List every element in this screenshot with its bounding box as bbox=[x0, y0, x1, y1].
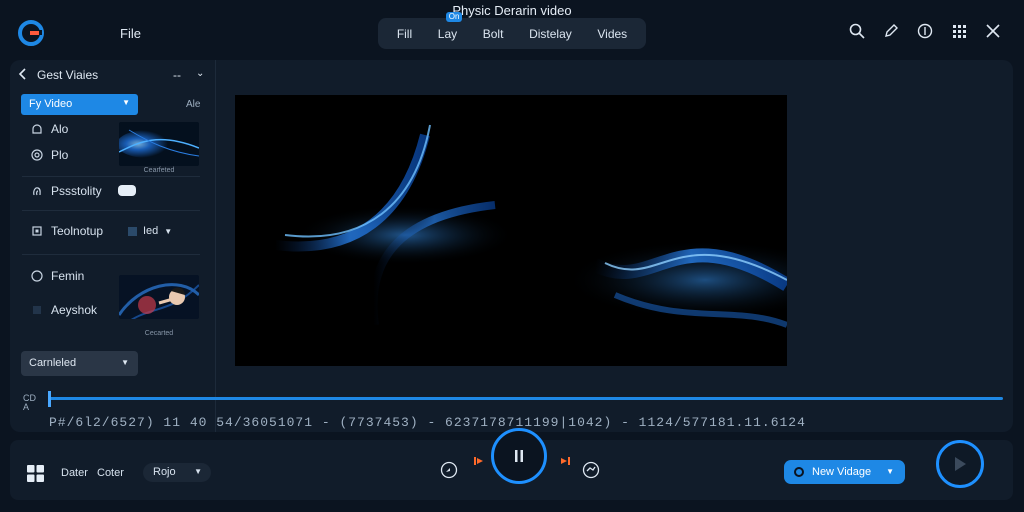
thumbnail-2[interactable] bbox=[119, 275, 199, 319]
main-panel: Gest Viaies -- ⌄ Fy Video ▼ Ale Alo Plo bbox=[10, 60, 1013, 432]
timeline-track[interactable] bbox=[49, 397, 1003, 400]
sidebar-item-teolnotup[interactable]: Teolnotup bbox=[30, 224, 103, 238]
skip-forward-icon[interactable] bbox=[556, 452, 574, 470]
app-logo-icon bbox=[18, 20, 44, 46]
tab-bolt[interactable]: Bolt bbox=[479, 27, 508, 41]
window-title: Physic Derarin video bbox=[452, 3, 572, 18]
video-preview[interactable] bbox=[235, 95, 787, 366]
color-select[interactable]: Rojo ▼ bbox=[143, 463, 211, 482]
bottom-bar: Dater Coter Rojo ▼ New Vidage ▼ bbox=[10, 428, 1013, 500]
technique-select[interactable]: Ied ▼ bbox=[128, 225, 172, 237]
grid-icon[interactable] bbox=[950, 22, 968, 40]
sidebar: Gest Viaies -- ⌄ Fy Video ▼ Ale Alo Plo bbox=[10, 60, 216, 432]
chip-icon bbox=[30, 225, 43, 238]
tab-lay[interactable]: On Lay bbox=[434, 11, 463, 41]
sidebar-header: Gest Viaies -- ⌄ bbox=[18, 68, 208, 84]
record-icon bbox=[794, 467, 804, 477]
sidebar-item-pssstolity[interactable]: Pssstolity bbox=[30, 184, 102, 198]
square-icon bbox=[30, 304, 43, 317]
divider bbox=[22, 210, 200, 211]
chevron-down-icon: ▼ bbox=[886, 467, 894, 476]
close-icon[interactable] bbox=[984, 22, 1002, 40]
tab-vides[interactable]: Vides bbox=[593, 27, 631, 41]
timecode-readout: P#/6l2/6527) 11 40 54/36051071 - (773745… bbox=[49, 415, 806, 430]
color-label[interactable]: Coter bbox=[97, 467, 124, 479]
skip-back-icon[interactable] bbox=[470, 452, 488, 470]
info-icon[interactable] bbox=[916, 22, 934, 40]
divider bbox=[22, 254, 200, 255]
chevron-left-icon[interactable] bbox=[18, 68, 28, 83]
loop-icon[interactable] bbox=[582, 461, 600, 479]
chevron-down-icon: ▼ bbox=[194, 467, 202, 476]
tab-group: Fill On Lay Bolt Distelay Vides bbox=[378, 11, 646, 49]
pause-button[interactable] bbox=[491, 428, 547, 484]
date-label[interactable]: Dater bbox=[61, 467, 88, 479]
tab-badge: On bbox=[445, 11, 463, 22]
sidebar-dash[interactable]: -- bbox=[173, 68, 181, 82]
circle-icon bbox=[30, 270, 43, 283]
timeline-playhead[interactable] bbox=[48, 391, 51, 407]
chevron-down-icon: ▼ bbox=[122, 98, 130, 107]
new-video-button[interactable]: New Vidage ▼ bbox=[784, 460, 905, 484]
top-icons bbox=[848, 22, 1002, 40]
sidebar-item-alo[interactable]: Alo bbox=[30, 122, 68, 136]
tab-distelay[interactable]: Distelay bbox=[525, 27, 576, 41]
chevron-down-icon: ▼ bbox=[121, 358, 129, 367]
rewind-icon[interactable] bbox=[440, 461, 458, 479]
bell-icon bbox=[30, 123, 43, 136]
menu-file[interactable]: File bbox=[120, 26, 141, 41]
status-select[interactable]: Carnleled ▼ bbox=[21, 351, 138, 376]
pause-icon bbox=[515, 450, 523, 462]
sidebar-title: Gest Viaies bbox=[37, 68, 99, 82]
fingerprint-icon bbox=[30, 185, 43, 198]
timeline-label: CD A bbox=[23, 393, 36, 412]
play-button[interactable] bbox=[936, 440, 984, 488]
pen-icon[interactable] bbox=[882, 22, 900, 40]
divider bbox=[22, 176, 200, 177]
video-type-select[interactable]: Fy Video ▼ bbox=[21, 94, 138, 115]
search-icon[interactable] bbox=[848, 22, 866, 40]
alt-label[interactable]: Ale bbox=[186, 99, 200, 110]
target-icon bbox=[30, 149, 43, 162]
thumbnail-caption-2: Cecarted bbox=[144, 330, 174, 337]
sidebar-item-aeyshok[interactable]: Aeyshok bbox=[30, 303, 97, 317]
square-icon bbox=[128, 226, 137, 236]
tab-fill[interactable]: Fill bbox=[393, 27, 416, 41]
top-bar: File Physic Derarin video Fill On Lay Bol… bbox=[0, 0, 1024, 62]
windows-grid-icon[interactable] bbox=[27, 465, 44, 482]
thumbnail-1[interactable] bbox=[119, 122, 199, 166]
play-icon bbox=[955, 457, 966, 471]
thumbnail-caption-1: Cearfeted bbox=[143, 167, 175, 174]
sidebar-item-plo[interactable]: Plo bbox=[30, 148, 68, 162]
chevron-down-icon: ▼ bbox=[164, 226, 173, 236]
chevron-down-icon[interactable]: ⌄ bbox=[196, 68, 204, 79]
sidebar-item-femin[interactable]: Femin bbox=[30, 269, 84, 283]
toggle-switch[interactable] bbox=[118, 185, 136, 196]
